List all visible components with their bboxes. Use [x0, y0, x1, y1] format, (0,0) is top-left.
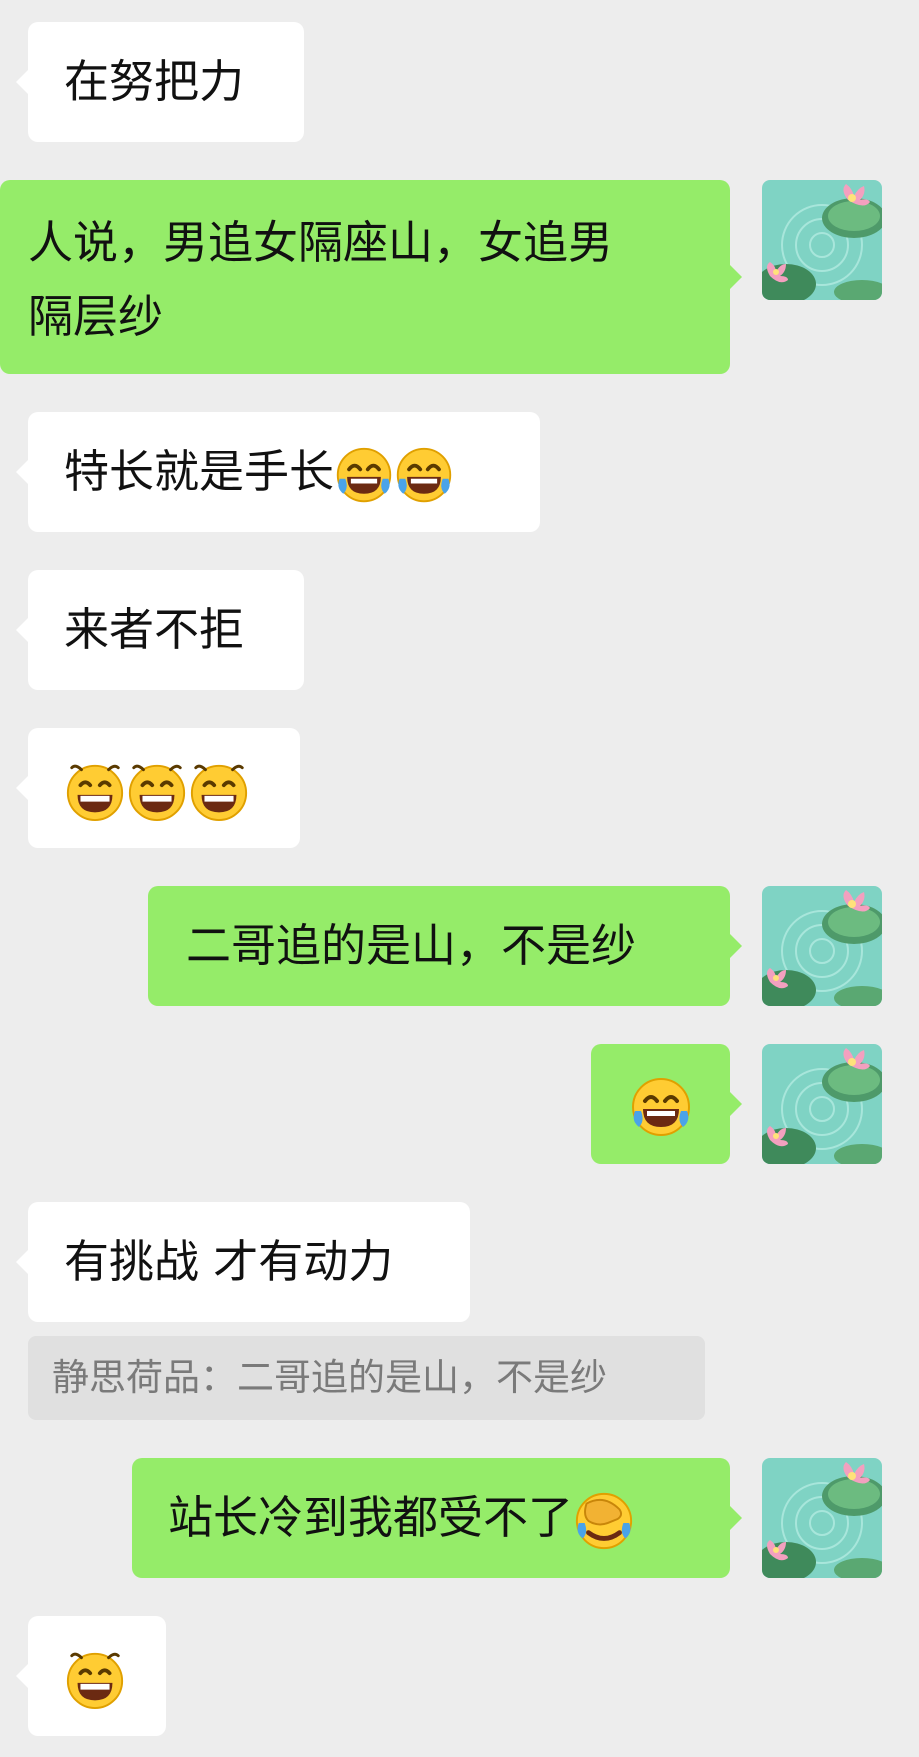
user-avatar[interactable] [762, 886, 882, 1006]
message-bubble-incoming[interactable]: 特长就是手长 [16, 412, 540, 532]
message-bubble-incoming[interactable]: 有挑战 才有动力 [16, 1202, 470, 1322]
quoted-message[interactable]: 静思荷品：二哥追的是山，不是纱 [28, 1336, 705, 1420]
message-bubble-outgoing[interactable]: 二哥追的是山，不是纱 [148, 886, 742, 1006]
message-text-line-1: 人说，男追女隔座山，女追男 [28, 216, 614, 269]
message-text: 特长就是手长 [64, 445, 335, 498]
message-bubble-incoming[interactable] [16, 728, 300, 848]
message-bubble-outgoing[interactable]: 站长冷到我都受不了 [132, 1458, 742, 1578]
grinning-face-icon [188, 760, 250, 822]
lotus-pond-avatar-icon [762, 1044, 882, 1164]
face-palm-icon [573, 1490, 635, 1552]
lotus-pond-avatar-icon [762, 1458, 882, 1578]
face-with-tears-of-joy-icon [629, 1075, 693, 1139]
message-bubble-outgoing[interactable]: 人说，男追女隔座山，女追男 隔层纱 [0, 180, 742, 374]
face-with-tears-of-joy-icon [334, 445, 394, 505]
user-avatar[interactable] [762, 1044, 882, 1164]
face-with-tears-of-joy-icon [394, 445, 454, 505]
grinning-face-icon [126, 760, 188, 822]
message-text: 站长冷到我都受不了 [168, 1491, 574, 1544]
message-bubble-incoming[interactable]: 在努把力 [16, 22, 304, 142]
grinning-face-icon [64, 1648, 126, 1710]
lotus-pond-avatar-icon [762, 180, 882, 300]
lotus-pond-avatar-icon [762, 886, 882, 1006]
message-bubble-incoming[interactable] [16, 1616, 166, 1736]
quoted-message-text: 静思荷品：二哥追的是山，不是纱 [52, 1356, 607, 1399]
message-text: 有挑战 才有动力 [64, 1235, 394, 1288]
user-avatar[interactable] [762, 180, 882, 300]
user-avatar[interactable] [762, 1458, 882, 1578]
message-bubble-outgoing[interactable] [591, 1044, 742, 1164]
message-text: 在努把力 [64, 55, 245, 108]
message-text: 来者不拒 [64, 603, 245, 656]
message-text-line-2: 隔层纱 [28, 290, 164, 343]
message-bubble-incoming[interactable]: 来者不拒 [16, 570, 304, 690]
grinning-face-icon [64, 760, 126, 822]
message-text: 二哥追的是山，不是纱 [186, 919, 637, 972]
